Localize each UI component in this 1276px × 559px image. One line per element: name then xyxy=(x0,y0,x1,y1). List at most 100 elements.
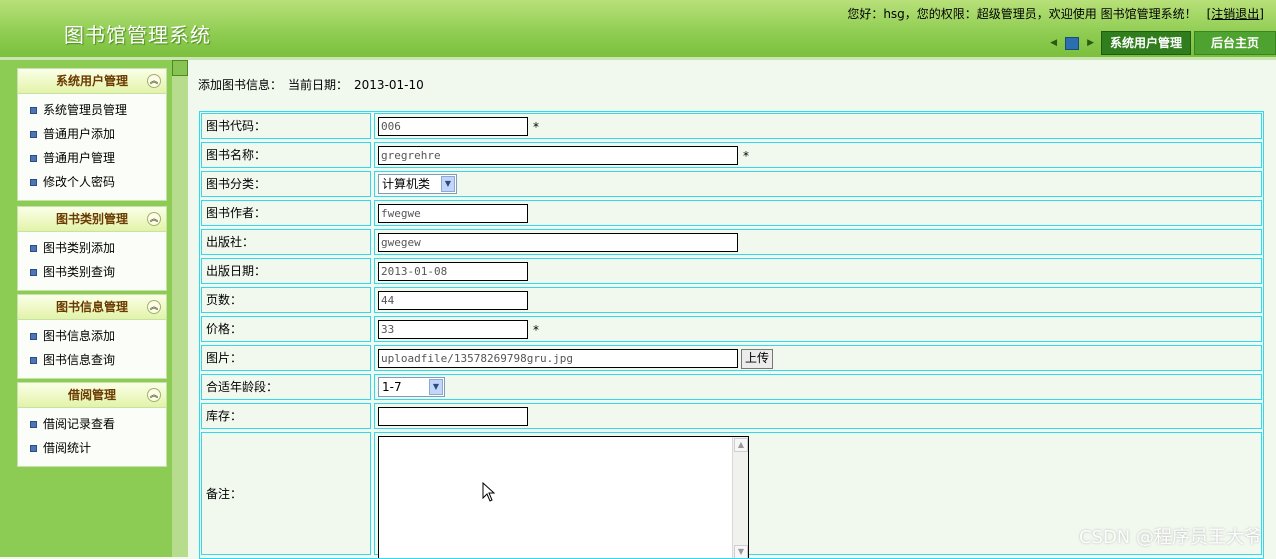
sidebar-item-label: 系统管理员管理 xyxy=(43,103,128,117)
collapse-icon[interactable]: ︽ xyxy=(147,388,161,402)
pages-input[interactable]: 44 xyxy=(378,291,528,310)
sidebar-item-label: 借阅记录查看 xyxy=(43,417,116,431)
collapse-icon[interactable]: ︽ xyxy=(147,212,161,226)
welcome-text: 您好：hsg，您的权限：超级管理员，欢迎使用 图书馆管理系统！ xyxy=(847,7,1197,21)
sidebar-item-borrow-records[interactable]: 借阅记录查看 xyxy=(18,412,166,436)
menu-group-header[interactable]: 图书类别管理 ︽ xyxy=(18,207,166,232)
menu-group-system-users: 系统用户管理 ︽ 系统管理员管理 普通用户添加 普通用户管理 修改个人密码 xyxy=(17,68,167,201)
author-input[interactable]: fwegwe xyxy=(378,204,528,223)
age-range-label: 合适年龄段： xyxy=(201,374,371,400)
sidebar-item-change-password[interactable]: 修改个人密码 xyxy=(18,170,166,194)
form-cell: 006 * xyxy=(374,113,1262,139)
sidebar-item-label: 修改个人密码 xyxy=(43,175,116,189)
form-row-category: 图书分类： 计算机类 ▼ xyxy=(200,170,1263,198)
age-range-select[interactable]: 1-7 ▼ xyxy=(378,377,445,397)
form-row-author: 图书作者： fwegwe xyxy=(200,199,1263,227)
bullet-icon xyxy=(30,107,37,114)
current-date: 2013-01-10 xyxy=(354,78,424,92)
author-label: 图书作者： xyxy=(201,200,371,226)
price-label: 价格： xyxy=(201,316,371,342)
sidebar-item-label: 普通用户添加 xyxy=(43,127,116,141)
form-cell xyxy=(374,403,1262,429)
category-select[interactable]: 计算机类 ▼ xyxy=(378,174,457,194)
mouse-cursor-icon xyxy=(482,482,496,502)
book-code-input[interactable]: 006 xyxy=(378,117,528,136)
sidebar-item-query-category[interactable]: 图书类别查询 xyxy=(18,260,166,284)
remark-scrollbar[interactable]: ▲ ▼ xyxy=(732,437,748,558)
form-cell: uploadfile/13578269798gru.jpg 上传 xyxy=(374,345,1262,371)
menu-group-book-info: 图书信息管理 ︽ 图书信息添加 图书信息查询 xyxy=(17,294,167,379)
form-row-image: 图片： uploadfile/13578269798gru.jpg 上传 xyxy=(200,344,1263,372)
form-row-stock: 库存： xyxy=(200,402,1263,430)
sidebar-item-borrow-stats[interactable]: 借阅统计 xyxy=(18,436,166,460)
nav-right-arrow-icon[interactable]: ▶ xyxy=(1087,38,1094,48)
sidebar-splitter[interactable] xyxy=(172,60,188,557)
sidebar-item-add-book[interactable]: 图书信息添加 xyxy=(18,324,166,348)
category-selected: 计算机类 xyxy=(382,177,431,191)
publisher-label: 出版社： xyxy=(201,229,371,255)
age-range-selected: 1-7 xyxy=(382,380,402,394)
main-content: 添加图书信息： 当前日期： 2013-01-10 图书代码： 006 * 图书名称：… xyxy=(188,60,1276,559)
menu-group-header[interactable]: 借阅管理 ︽ xyxy=(18,383,166,408)
pages-label: 页数： xyxy=(201,287,371,313)
form-cell: 2013-01-08 xyxy=(374,258,1262,284)
sidebar-item-query-book[interactable]: 图书信息查询 xyxy=(18,348,166,372)
chevron-down-icon[interactable]: ▼ xyxy=(441,176,455,192)
image-label: 图片： xyxy=(201,345,371,371)
publish-date-label: 出版日期： xyxy=(201,258,371,284)
scroll-up-icon[interactable]: ▲ xyxy=(734,438,748,452)
book-icon xyxy=(1065,36,1080,50)
home-button[interactable]: 后台主页 xyxy=(1194,31,1276,55)
logout-link[interactable]: [注销退出] xyxy=(1207,7,1264,21)
bullet-icon xyxy=(30,333,37,340)
required-mark: * xyxy=(743,149,749,163)
publisher-input[interactable]: gwegew xyxy=(378,233,738,252)
form-row-price: 价格： 33 * xyxy=(200,315,1263,343)
menu-group-header[interactable]: 系统用户管理 ︽ xyxy=(18,69,166,94)
collapse-icon[interactable]: ︽ xyxy=(147,74,161,88)
page-title: 添加图书信息： xyxy=(198,78,283,92)
form-cell: gwegew xyxy=(374,229,1262,255)
welcome-bar: 您好：hsg，您的权限：超级管理员，欢迎使用 图书馆管理系统！ [注销退出] xyxy=(847,5,1264,22)
watermark: CSDN @程序员王大爷 xyxy=(1078,527,1262,548)
sidebar-item-label: 普通用户管理 xyxy=(43,151,116,165)
form-cell: 44 xyxy=(374,287,1262,313)
image-path-input[interactable]: uploadfile/13578269798gru.jpg xyxy=(378,349,738,368)
sidebar-item-label: 图书类别添加 xyxy=(43,241,116,255)
sidebar-item-label: 图书类别查询 xyxy=(43,265,116,279)
price-input[interactable]: 33 xyxy=(378,320,528,339)
sidebar-item-admin-management[interactable]: 系统管理员管理 xyxy=(18,98,166,122)
form-row-publish-date: 出版日期： 2013-01-08 xyxy=(200,257,1263,285)
bullet-icon xyxy=(30,155,37,162)
form-row-pages: 页数： 44 xyxy=(200,286,1263,314)
bullet-icon xyxy=(30,131,37,138)
publish-date-input[interactable]: 2013-01-08 xyxy=(378,262,528,281)
collapse-icon[interactable]: ︽ xyxy=(147,300,161,314)
bullet-icon xyxy=(30,421,37,428)
user-management-button[interactable]: 系统用户管理 xyxy=(1100,31,1191,55)
breadcrumb: 添加图书信息： 当前日期： 2013-01-10 xyxy=(198,76,424,93)
menu-group-title: 借阅管理 xyxy=(67,388,116,402)
sidebar-item-add-category[interactable]: 图书类别添加 xyxy=(18,236,166,260)
upload-button[interactable]: 上传 xyxy=(741,349,774,369)
stock-label: 库存： xyxy=(201,403,371,429)
stock-input[interactable] xyxy=(378,407,528,426)
menu-group-header[interactable]: 图书信息管理 ︽ xyxy=(18,295,166,320)
sidebar-item-add-user[interactable]: 普通用户添加 xyxy=(18,122,166,146)
book-name-label: 图书名称： xyxy=(201,142,371,168)
bullet-icon xyxy=(30,445,37,452)
book-name-input[interactable]: gregrehre xyxy=(378,146,738,165)
sidebar-item-label: 图书信息添加 xyxy=(43,329,116,343)
sidebar-item-user-management[interactable]: 普通用户管理 xyxy=(18,146,166,170)
nav-left-arrow-icon[interactable]: ◀ xyxy=(1050,38,1057,48)
bullet-icon xyxy=(30,245,37,252)
menu-group-title: 系统用户管理 xyxy=(55,74,128,88)
sidebar-toggle-icon[interactable] xyxy=(172,60,188,76)
header: 图书馆管理系统 您好：hsg，您的权限：超级管理员，欢迎使用 图书馆管理系统！ [… xyxy=(0,0,1276,60)
chevron-down-icon[interactable]: ▼ xyxy=(429,379,443,395)
required-mark: * xyxy=(533,323,539,337)
remark-textarea[interactable]: ▲ ▼ xyxy=(378,436,749,558)
form-cell: gregrehre * xyxy=(374,142,1262,168)
sidebar: 系统用户管理 ︽ 系统管理员管理 普通用户添加 普通用户管理 修改个人密码 图书… xyxy=(0,60,172,557)
form-row-age-range: 合适年龄段： 1-7 ▼ xyxy=(200,373,1263,401)
